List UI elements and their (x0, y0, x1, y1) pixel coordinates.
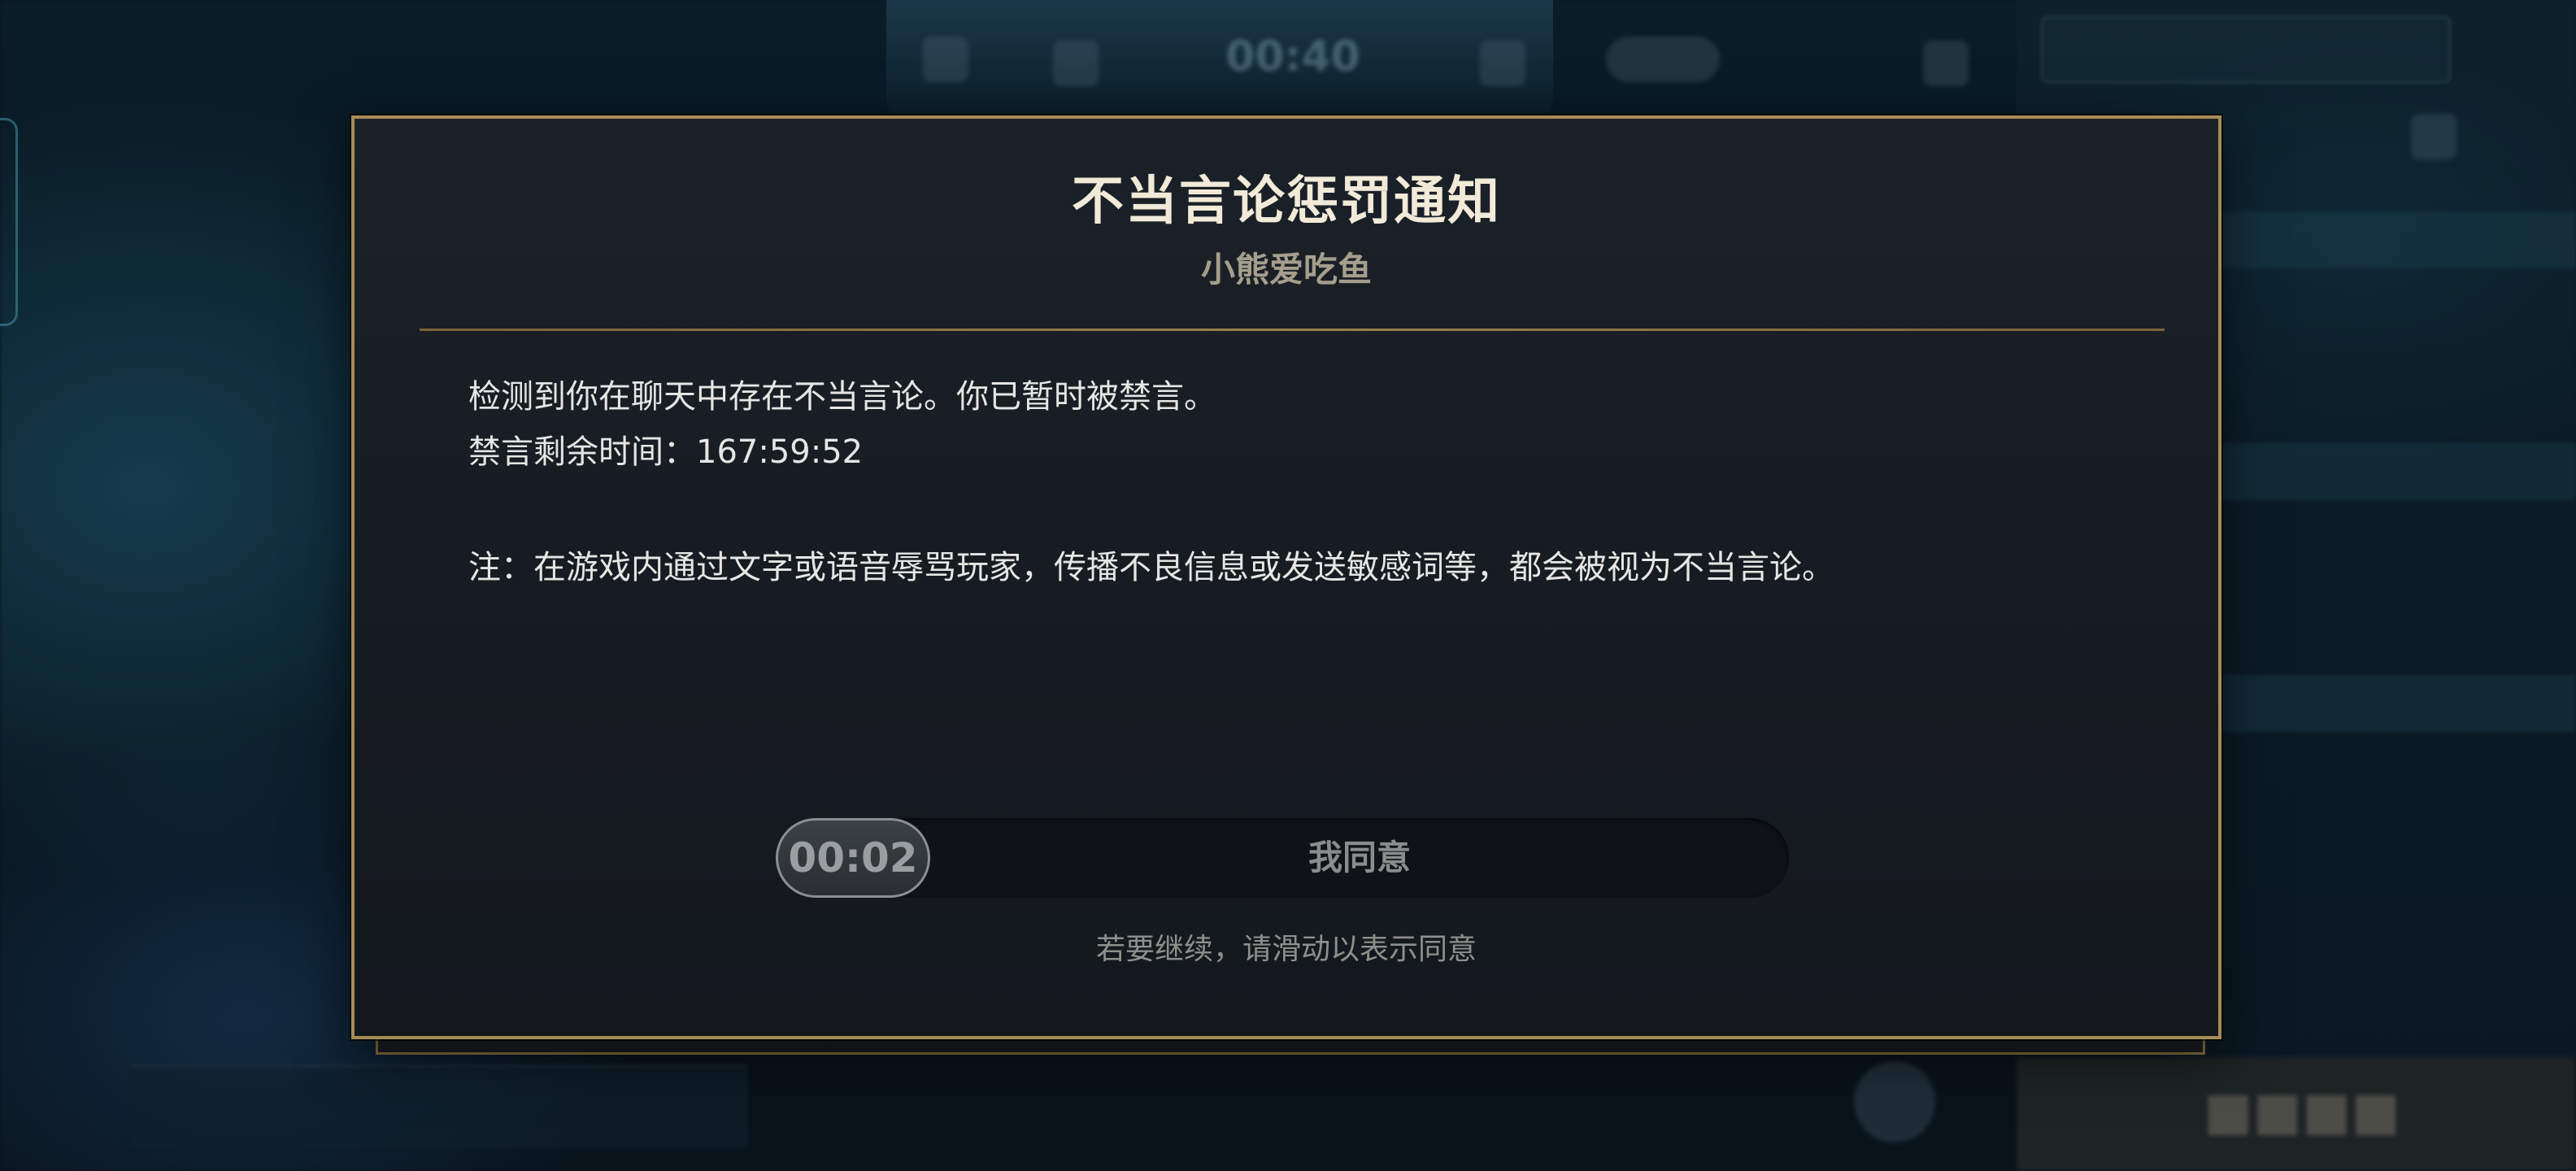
title-divider (420, 329, 2165, 331)
agree-label: 我同意 (1308, 838, 1411, 877)
slider-countdown-knob[interactable]: 00:02 (776, 818, 930, 898)
dialog-title: 不当言论惩罚通知 (1072, 172, 1501, 232)
slide-hint: 若要继续，请滑动以表示同意 (1095, 933, 1477, 966)
penalty-note: 注：在游戏内通过文字或语音辱骂玩家，传播不良信息或发送敏感词等，都会被视为不当言… (468, 549, 1834, 586)
ban-remaining-label: 禁言剩余时间： (468, 433, 696, 471)
ban-remaining-time: 167:59:52 (696, 433, 864, 471)
agree-slider[interactable]: 00:02 我同意 (776, 818, 1789, 898)
penalty-message: 检测到你在聊天中存在不当言论。你已暂时被禁言。 (468, 378, 1216, 416)
player-name: 小熊爱吃鱼 (1200, 250, 1372, 289)
ban-remaining-line: 禁言剩余时间：167:59:52 (468, 433, 863, 472)
penalty-notice-dialog: 不当言论惩罚通知 小熊爱吃鱼 检测到你在聊天中存在不当言论。你已暂时被禁言。 禁… (351, 115, 2221, 1039)
